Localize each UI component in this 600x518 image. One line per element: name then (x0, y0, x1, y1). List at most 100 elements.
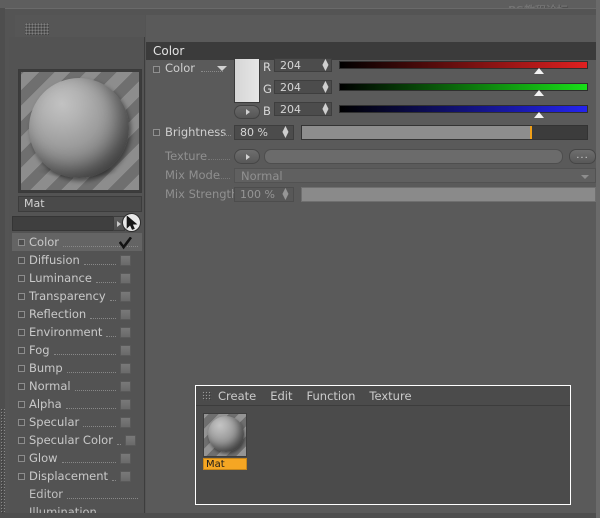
bottom-edge-strip (0, 513, 600, 518)
color-swatch[interactable] (234, 58, 260, 103)
channel-row-reflection[interactable]: Reflection (12, 305, 142, 323)
menu-item-edit[interactable]: Edit (270, 389, 292, 403)
channel-row-luminance[interactable]: Luminance (12, 269, 142, 287)
channel-row-transparency[interactable]: Transparency (12, 287, 142, 305)
brightness-enable-checkbox[interactable] (153, 129, 160, 136)
stepper-red[interactable]: ▲ ▼ (321, 58, 330, 73)
channel-label: Bump (29, 361, 63, 375)
channel-enable-checkbox[interactable] (18, 400, 25, 408)
channel-indicator-box[interactable] (120, 398, 131, 410)
left-edge-strip (0, 8, 5, 518)
channel-row-environment[interactable]: Environment (12, 323, 142, 341)
texture-browse-button[interactable]: ... (569, 149, 596, 164)
channel-enable-checkbox[interactable] (18, 346, 25, 354)
material-thumbnail[interactable] (203, 413, 247, 457)
select-mix-mode[interactable]: Normal (234, 168, 596, 183)
channel-enable-checkbox[interactable] (18, 256, 25, 264)
channel-enable-checkbox[interactable] (18, 418, 25, 426)
slider-mix-strength[interactable] (301, 187, 596, 202)
pick-cursor-icon[interactable] (122, 213, 141, 232)
channel-indicator-box[interactable] (120, 290, 131, 302)
slider-blue-knob[interactable] (534, 112, 545, 118)
channel-label-dots (53, 353, 116, 355)
channel-enable-checkbox[interactable] (18, 436, 25, 444)
channel-enable-checkbox[interactable] (18, 310, 25, 318)
channel-row-displacement[interactable]: Displacement (12, 467, 142, 485)
channel-indicator-box[interactable] (120, 470, 132, 482)
stepper-mix-strength[interactable]: ▲ ▼ (281, 187, 290, 202)
channel-enable-checkbox[interactable] (18, 238, 25, 246)
mix-mode-chevron-down-icon[interactable] (581, 175, 589, 179)
slider-brightness[interactable] (301, 125, 588, 140)
channel-enable-checkbox[interactable] (18, 292, 25, 300)
channel-label-dots (74, 389, 116, 391)
channel-enable-checkbox[interactable] (18, 274, 25, 282)
channel-label-dots (116, 443, 121, 445)
channel-indicator-box[interactable] (120, 362, 131, 374)
channel-row-fog[interactable]: Fog (12, 341, 142, 359)
input-texture-path[interactable] (264, 149, 563, 164)
channel-indicator-box[interactable] (120, 254, 131, 266)
stepper-blue[interactable]: ▲ ▼ (321, 102, 330, 117)
menu-item-function[interactable]: Function (307, 389, 356, 403)
left-resize-grip-icon[interactable] (0, 408, 5, 518)
slider-brightness-marker[interactable] (530, 126, 532, 139)
texture-expand-arrow-icon[interactable] (234, 149, 260, 164)
label-dots-mix-mode (218, 178, 230, 179)
channel-row-specular-color[interactable]: Specular Color (12, 431, 142, 449)
stepper-green[interactable]: ▲ ▼ (321, 80, 330, 95)
material-preview[interactable] (18, 69, 142, 193)
channel-label: Glow (29, 451, 58, 465)
channel-enable-checkbox[interactable] (18, 328, 25, 336)
channel-row-diffusion[interactable]: Diffusion (12, 251, 142, 269)
label-channel-r: R (263, 60, 271, 74)
channel-label: Editor (29, 487, 64, 501)
channel-indicator-box[interactable] (120, 326, 131, 338)
slider-red-knob[interactable] (534, 68, 545, 74)
channel-enable-checkbox[interactable] (18, 382, 25, 390)
channel-enable-checkbox[interactable] (18, 472, 25, 480)
material-path-input[interactable] (12, 216, 115, 231)
section-header-color: Color (146, 42, 597, 60)
material-name-input[interactable]: Mat (18, 196, 142, 212)
channel-row-color[interactable]: Color (12, 233, 142, 251)
channel-enable-checkbox[interactable] (18, 364, 25, 372)
channel-indicator-box[interactable] (120, 380, 131, 392)
material-thumbnail-label[interactable]: Mat (203, 458, 247, 470)
channel-label: Specular (29, 415, 80, 429)
channel-label-dots (90, 317, 116, 319)
label-dots-texture (208, 159, 230, 160)
stepper-brightness[interactable]: ▲ ▼ (281, 125, 290, 140)
slider-blue[interactable] (339, 105, 588, 118)
material-manager-body[interactable]: Mat (196, 407, 570, 504)
channel-indicator-box[interactable] (120, 344, 131, 356)
channel-row-editor[interactable]: Editor (12, 485, 142, 503)
color-expand-arrow-icon[interactable] (234, 105, 260, 119)
label-texture: Texture (165, 149, 208, 163)
slider-green-knob[interactable] (534, 90, 545, 96)
panel-grip-icon[interactable] (25, 23, 49, 35)
menu-item-create[interactable]: Create (218, 389, 256, 403)
slider-red[interactable] (339, 61, 588, 74)
channel-indicator-box[interactable] (124, 434, 136, 446)
channel-row-normal[interactable]: Normal (12, 377, 142, 395)
channel-indicator-box[interactable] (120, 308, 131, 320)
color-mode-chevron-down-icon[interactable] (217, 66, 227, 71)
channel-row-specular[interactable]: Specular (12, 413, 142, 431)
channel-label-dots (95, 281, 116, 283)
channel-enable-checkbox[interactable] (18, 454, 25, 462)
channel-label: Normal (29, 379, 71, 393)
color-enable-checkbox[interactable] (153, 66, 160, 73)
channel-indicator-box[interactable] (120, 452, 131, 464)
channel-indicator-box[interactable] (120, 416, 131, 428)
channel-checkmark-icon[interactable] (118, 235, 133, 250)
material-manager-grip-icon[interactable] (202, 390, 212, 401)
channel-indicator-box[interactable] (120, 272, 131, 284)
channel-row-glow[interactable]: Glow (12, 449, 142, 467)
slider-green[interactable] (339, 83, 588, 96)
channel-label-dots (112, 479, 117, 481)
menu-item-texture[interactable]: Texture (369, 389, 411, 403)
label-mix-mode: Mix Mode (165, 168, 220, 182)
channel-row-bump[interactable]: Bump (12, 359, 142, 377)
channel-row-alpha[interactable]: Alpha (12, 395, 142, 413)
